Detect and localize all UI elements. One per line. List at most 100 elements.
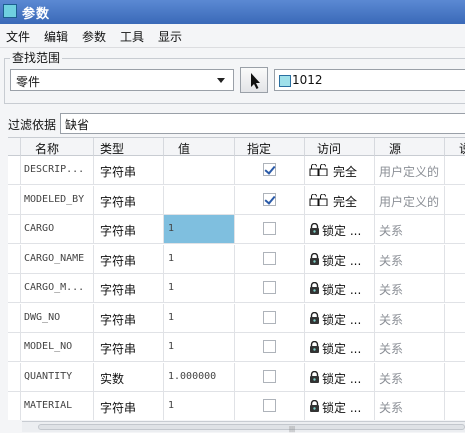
column-header-source[interactable]: 源 bbox=[375, 138, 445, 156]
cell-name[interactable]: CARGO_NAME bbox=[21, 244, 94, 274]
cell-description[interactable] bbox=[445, 392, 465, 420]
cell-access[interactable]: 完全 bbox=[305, 156, 375, 185]
cell-value[interactable] bbox=[164, 185, 235, 215]
cell-name[interactable]: MATERIAL bbox=[21, 392, 94, 420]
cell-description[interactable] bbox=[445, 215, 465, 244]
cell-description[interactable] bbox=[445, 363, 465, 392]
cell-description[interactable] bbox=[445, 156, 465, 185]
cell-name[interactable]: CARGO_M... bbox=[21, 274, 94, 303]
cell-designate[interactable] bbox=[235, 303, 305, 333]
cell-source[interactable]: 用户定义的 bbox=[375, 156, 445, 185]
horizontal-scrollbar[interactable]: ||| bbox=[22, 421, 465, 433]
cell-access[interactable]: 锁定 ... bbox=[305, 244, 375, 274]
cell-name[interactable]: MODEL_NO bbox=[21, 333, 94, 362]
cell-description[interactable] bbox=[445, 274, 465, 303]
table-row[interactable]: DWG_NO 字符串 1 锁定 ... 关系 bbox=[8, 303, 465, 333]
table-row[interactable]: MATERIAL 字符串 1 锁定 ... 关系 bbox=[8, 392, 465, 420]
cell-value[interactable]: 1 bbox=[164, 244, 235, 274]
menu-tools[interactable]: 工具 bbox=[120, 28, 144, 45]
cell-access[interactable]: 锁定 ... bbox=[305, 303, 375, 333]
designate-checkbox[interactable] bbox=[263, 340, 276, 353]
designate-checkbox[interactable] bbox=[263, 192, 276, 206]
cell-designate[interactable] bbox=[235, 215, 305, 244]
designate-checkbox[interactable] bbox=[263, 399, 276, 412]
cell-value[interactable] bbox=[164, 156, 235, 185]
cell-type[interactable]: 实数 bbox=[94, 362, 164, 392]
cell-type[interactable]: 字符串 bbox=[94, 274, 164, 303]
column-header-type[interactable]: 类型 bbox=[94, 138, 164, 156]
cell-value[interactable]: 1 bbox=[164, 303, 235, 333]
cell-source[interactable]: 用户定义的 bbox=[375, 185, 445, 215]
menu-parameters[interactable]: 参数 bbox=[82, 28, 106, 45]
cell-access[interactable]: 锁定 ... bbox=[305, 392, 375, 420]
cell-source[interactable]: 关系 bbox=[375, 303, 445, 333]
cell-type[interactable]: 字符串 bbox=[94, 392, 164, 420]
cell-name[interactable]: DWG_NO bbox=[21, 303, 94, 333]
menu-file[interactable]: 文件 bbox=[6, 28, 30, 45]
designate-checkbox[interactable] bbox=[263, 310, 276, 324]
selected-object-field[interactable]: 1012 bbox=[274, 69, 465, 91]
cell-access[interactable]: 锁定 ... bbox=[305, 333, 375, 362]
cell-designate[interactable] bbox=[235, 244, 305, 274]
cell-designate[interactable] bbox=[235, 185, 305, 215]
column-header-name[interactable]: 名称 bbox=[21, 138, 94, 156]
cell-designate[interactable] bbox=[235, 333, 305, 362]
cell-name[interactable]: MODELED_BY bbox=[21, 185, 94, 215]
cell-name[interactable]: CARGO bbox=[21, 215, 94, 244]
cell-value[interactable]: 1 bbox=[164, 215, 235, 244]
table-row[interactable]: QUANTITY 实数 1.000000 锁定 ... 关系 bbox=[8, 362, 465, 392]
cell-designate[interactable] bbox=[235, 274, 305, 303]
cell-access[interactable]: 完全 bbox=[305, 185, 375, 215]
cell-type[interactable]: 字符串 bbox=[94, 156, 164, 185]
cell-source[interactable]: 关系 bbox=[375, 215, 445, 244]
cell-source[interactable]: 关系 bbox=[375, 362, 445, 392]
cell-source[interactable]: 关系 bbox=[375, 244, 445, 274]
designate-checkbox[interactable] bbox=[263, 369, 276, 383]
cell-value[interactable]: 1 bbox=[164, 392, 235, 420]
cell-designate[interactable] bbox=[235, 156, 305, 185]
cell-source[interactable]: 关系 bbox=[375, 333, 445, 362]
cell-source[interactable]: 关系 bbox=[375, 392, 445, 420]
cell-type[interactable]: 字符串 bbox=[94, 333, 164, 362]
cell-type[interactable]: 字符串 bbox=[94, 185, 164, 215]
designate-checkbox[interactable] bbox=[263, 251, 276, 265]
cell-name[interactable]: QUANTITY bbox=[21, 362, 94, 392]
cell-designate[interactable] bbox=[235, 392, 305, 420]
cell-access[interactable]: 锁定 ... bbox=[305, 215, 375, 244]
cell-source[interactable]: 关系 bbox=[375, 274, 445, 303]
table-row[interactable]: DESCRIP... 字符串 完全 用户定义的 bbox=[8, 156, 465, 185]
cell-access[interactable]: 锁定 ... bbox=[305, 362, 375, 392]
cell-name[interactable]: DESCRIP... bbox=[21, 156, 94, 185]
table-row[interactable]: MODELED_BY 字符串 完全 用户定义的 bbox=[8, 185, 465, 215]
column-header-access[interactable]: 访问 bbox=[305, 138, 375, 156]
cell-type[interactable]: 字符串 bbox=[94, 303, 164, 333]
cell-type[interactable]: 字符串 bbox=[94, 244, 164, 274]
table-row[interactable]: CARGO_NAME 字符串 1 锁定 ... 关系 bbox=[8, 244, 465, 274]
filter-select[interactable]: 缺省 bbox=[60, 113, 465, 134]
cell-value[interactable]: 1 bbox=[164, 274, 235, 303]
cell-type[interactable]: 字符串 bbox=[94, 215, 164, 244]
cell-value[interactable]: 1 bbox=[164, 333, 235, 362]
cell-description[interactable] bbox=[445, 186, 465, 215]
designate-checkbox[interactable] bbox=[263, 281, 276, 294]
scrollbar-thumb[interactable]: ||| bbox=[38, 424, 465, 433]
column-header-description[interactable]: 说 bbox=[445, 138, 465, 156]
cell-description[interactable] bbox=[445, 304, 465, 333]
object-type-select[interactable]: 零件 bbox=[10, 69, 234, 91]
cell-value[interactable]: 1.000000 bbox=[164, 362, 235, 392]
unlocked-group-icon bbox=[309, 164, 328, 176]
column-header-value[interactable]: 值 bbox=[164, 138, 235, 156]
designate-checkbox[interactable] bbox=[263, 163, 276, 176]
select-object-button[interactable] bbox=[240, 67, 268, 93]
designate-checkbox[interactable] bbox=[263, 222, 276, 235]
table-row[interactable]: CARGO_M... 字符串 1 锁定 ... 关系 bbox=[8, 274, 465, 303]
table-row[interactable]: MODEL_NO 字符串 1 锁定 ... 关系 bbox=[8, 333, 465, 362]
cell-description[interactable] bbox=[445, 245, 465, 274]
menu-edit[interactable]: 编辑 bbox=[44, 28, 68, 45]
column-header-designate[interactable]: 指定 bbox=[235, 138, 305, 156]
cell-designate[interactable] bbox=[235, 362, 305, 392]
cell-access[interactable]: 锁定 ... bbox=[305, 274, 375, 303]
cell-description[interactable] bbox=[445, 333, 465, 362]
table-row[interactable]: CARGO 字符串 1 锁定 ... 关系 bbox=[8, 215, 465, 244]
menu-display[interactable]: 显示 bbox=[158, 28, 182, 45]
